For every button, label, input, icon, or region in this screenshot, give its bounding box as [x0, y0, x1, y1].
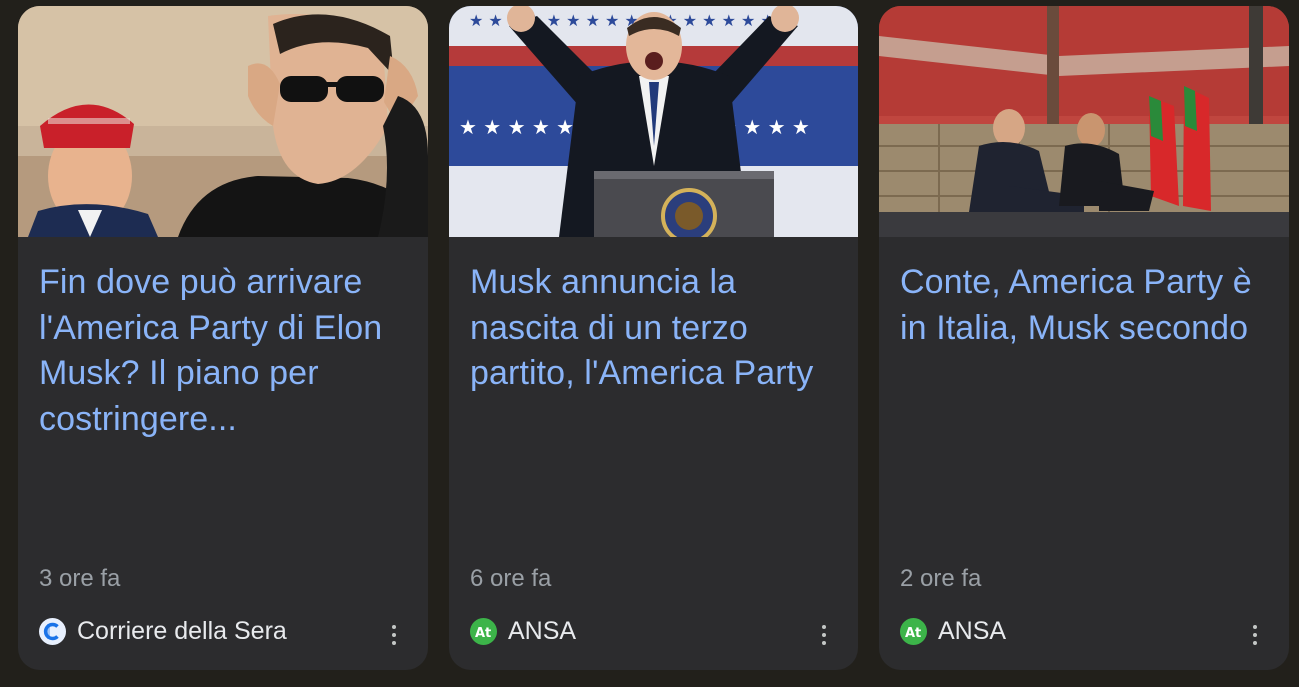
news-card-timestamp: 2 ore fa	[900, 565, 982, 592]
more-options-icon[interactable]	[1243, 620, 1267, 650]
news-card-source[interactable]: Corriere della Sera	[39, 616, 287, 646]
more-options-icon[interactable]	[812, 620, 836, 650]
svg-text:At: At	[475, 626, 491, 641]
news-card-timestamp: 3 ore fa	[39, 565, 121, 592]
news-card[interactable]: Conte, America Party è in Italia, Musk s…	[879, 6, 1289, 670]
news-card-source-name: Corriere della Sera	[77, 617, 287, 645]
news-card-source-name: ANSA	[938, 617, 1007, 645]
news-card-headline[interactable]: Conte, America Party è in Italia, Musk s…	[900, 260, 1270, 351]
ansa-logo-icon: At	[900, 617, 927, 645]
ansa-logo-icon: At	[470, 617, 497, 645]
news-card-image[interactable]	[18, 6, 428, 237]
news-card-source[interactable]: At ANSA	[900, 616, 1006, 646]
svg-text:At: At	[905, 626, 921, 641]
more-options-icon[interactable]	[382, 620, 406, 650]
news-card[interactable]: Fin dove può arrivare l'America Party di…	[18, 6, 428, 670]
news-card-source[interactable]: At ANSA	[470, 616, 576, 646]
news-card[interactable]: ★ ★ ★ ★ ★ ★ ★ ★ ★ ★ ★ ★ ★ ★ ★ ★ ★ ★ ★ ★ …	[449, 6, 858, 670]
news-carousel: Fin dove può arrivare l'America Party di…	[0, 0, 1299, 687]
news-card-timestamp: 6 ore fa	[470, 565, 552, 592]
news-card-source-name: ANSA	[508, 617, 577, 645]
news-card-headline[interactable]: Musk annuncia la nascita di un terzo par…	[470, 260, 840, 397]
svg-text:★ ★ ★ ★ ★: ★ ★ ★ ★ ★	[459, 115, 574, 139]
news-card-image[interactable]	[879, 6, 1289, 237]
news-card-image[interactable]: ★ ★ ★ ★ ★ ★ ★ ★ ★ ★ ★ ★ ★ ★ ★ ★ ★ ★ ★ ★ …	[449, 6, 858, 237]
news-card-headline[interactable]: Fin dove può arrivare l'America Party di…	[39, 260, 409, 442]
corriere-logo-icon	[39, 617, 66, 645]
